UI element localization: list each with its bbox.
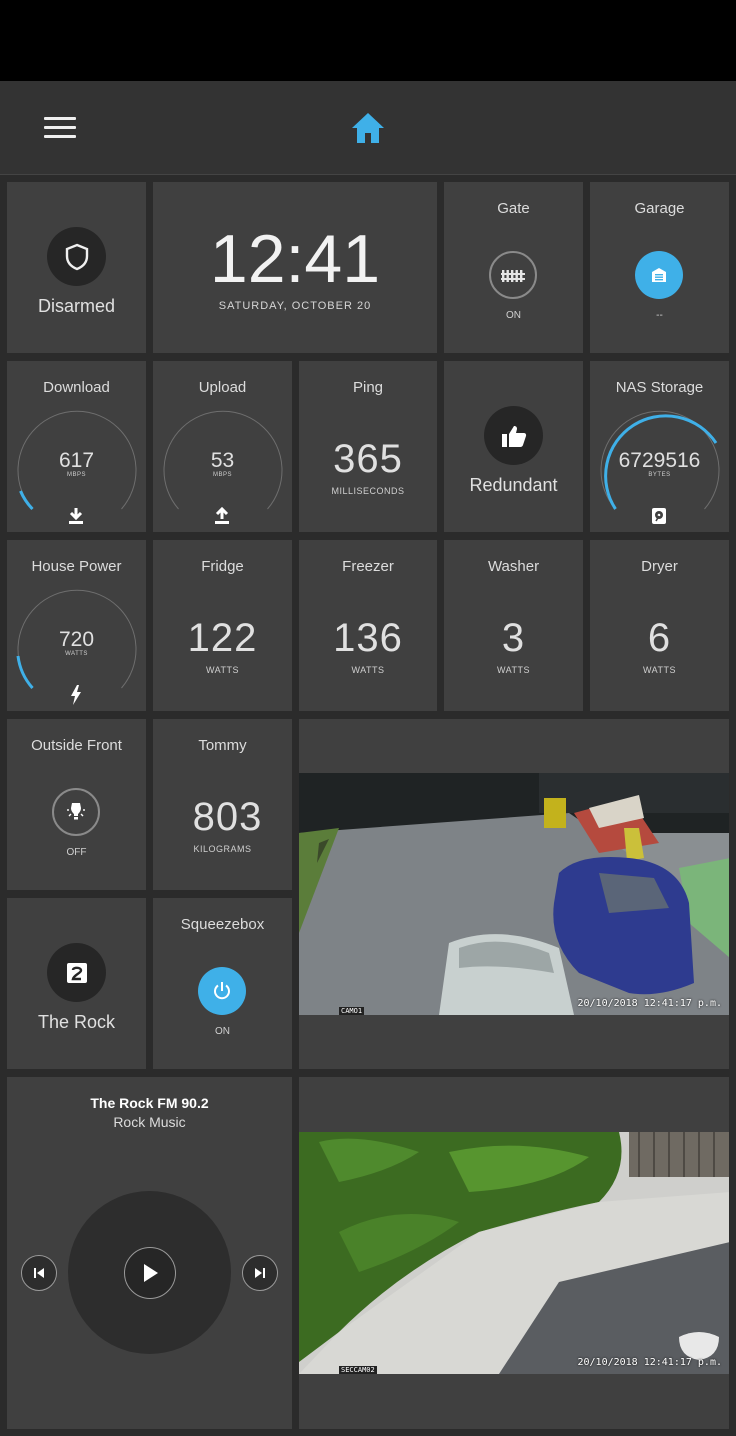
squeezebox-title: Squeezebox xyxy=(180,916,265,933)
dryer-title: Dryer xyxy=(641,558,678,575)
the-rock-label: The Rock xyxy=(37,1012,116,1032)
play-icon[interactable] xyxy=(124,1247,176,1299)
dryer-value: 6 xyxy=(647,616,672,660)
dryer-tile: Dryer 6 WATTS xyxy=(590,540,729,711)
nas-value: 6729516 xyxy=(618,449,701,472)
download-unit: MBPS xyxy=(66,472,86,478)
outside-front-state: OFF xyxy=(66,847,87,858)
upload-icon xyxy=(214,506,230,530)
status-bar xyxy=(0,0,736,81)
power-icon[interactable] xyxy=(198,967,246,1015)
hard-drive-icon xyxy=(651,507,667,530)
camera2-tile[interactable]: 20/10/2018 12:41:17 p.m. SECCAM02 xyxy=(299,1077,729,1429)
washer-value: 3 xyxy=(501,616,526,660)
fridge-unit: WATTS xyxy=(206,665,239,675)
nas-unit: BYTES xyxy=(648,472,671,478)
light-bulb-icon[interactable] xyxy=(52,788,100,836)
nas-storage-tile: NAS Storage 6729516 BYTES xyxy=(590,361,729,532)
app-bar xyxy=(0,81,736,175)
upload-value: 53 xyxy=(210,449,235,472)
clock-tile: 12:41 SATURDAY, OCTOBER 20 xyxy=(153,182,437,353)
camera2-timestamp: 20/10/2018 12:41:17 p.m. xyxy=(577,1357,723,1368)
fridge-tile: Fridge 122 WATTS xyxy=(153,540,292,711)
camera1-tile[interactable]: 20/10/2018 12:41:17 p.m. CAMO1 xyxy=(299,719,729,1069)
squeezebox-tile[interactable]: Squeezebox ON xyxy=(153,898,292,1069)
redundant-tile[interactable]: Redundant xyxy=(444,361,583,532)
download-value: 617 xyxy=(58,449,95,472)
camera2-image[interactable]: 20/10/2018 12:41:17 p.m. SECCAM02 xyxy=(299,1132,729,1374)
freezer-value: 136 xyxy=(333,616,403,660)
garage-state: -- xyxy=(656,310,663,321)
washer-tile: Washer 3 WATTS xyxy=(444,540,583,711)
house-power-unit: WATTS xyxy=(65,651,88,657)
gate-tile[interactable]: Gate ON xyxy=(444,182,583,353)
fridge-value: 122 xyxy=(187,616,258,660)
clock-date: SATURDAY, OCTOBER 20 xyxy=(218,300,372,312)
fridge-title: Fridge xyxy=(201,558,244,575)
player-genre: Rock Music xyxy=(113,1114,186,1130)
house-power-tile: House Power 720 WATTS xyxy=(7,540,146,711)
garage-title: Garage xyxy=(634,200,685,217)
ping-value: 365 xyxy=(333,437,403,481)
ping-title: Ping xyxy=(352,379,384,396)
menu-icon[interactable] xyxy=(44,117,76,139)
the-rock-tile[interactable]: The Rock xyxy=(7,898,146,1069)
security-label: Disarmed xyxy=(37,296,116,316)
gate-icon[interactable] xyxy=(489,251,537,299)
upload-unit: MBPS xyxy=(212,472,232,478)
garage-tile[interactable]: Garage -- xyxy=(590,182,729,353)
washer-unit: WATTS xyxy=(497,665,530,675)
freezer-title: Freezer xyxy=(342,558,394,575)
download-tile: Download 617 MBPS xyxy=(7,361,146,532)
shield-icon xyxy=(47,227,106,286)
redundant-label: Redundant xyxy=(469,475,558,495)
tommy-title: Tommy xyxy=(198,737,247,754)
player-station: The Rock FM 90.2 xyxy=(90,1095,209,1111)
upload-tile: Upload 53 MBPS xyxy=(153,361,292,532)
tommy-tile: Tommy 803 KILOGRAMS xyxy=(153,719,292,890)
home-icon[interactable] xyxy=(350,111,386,145)
freezer-unit: WATTS xyxy=(351,665,385,675)
tommy-unit: KILOGRAMS xyxy=(193,844,252,854)
dryer-unit: WATTS xyxy=(643,665,676,675)
freezer-tile: Freezer 136 WATTS xyxy=(299,540,437,711)
house-power-value: 720 xyxy=(58,628,95,651)
thumbs-up-icon xyxy=(484,406,543,465)
gate-state: ON xyxy=(506,310,521,321)
squeezebox-state: ON xyxy=(215,1026,230,1037)
ping-tile: Ping 365 MILLISECONDS xyxy=(299,361,437,532)
washer-title: Washer xyxy=(487,558,540,575)
outside-front-tile[interactable]: Outside Front OFF xyxy=(7,719,146,890)
camera1-name: CAMO1 xyxy=(339,1007,365,1015)
camera1-image[interactable]: 20/10/2018 12:41:17 p.m. CAMO1 xyxy=(299,773,729,1015)
clock-time: 12:41 xyxy=(209,221,381,297)
security-tile[interactable]: Disarmed xyxy=(7,182,146,353)
tommy-value: 803 xyxy=(192,795,263,839)
ping-unit: MILLISECONDS xyxy=(331,486,405,496)
camera1-timestamp: 20/10/2018 12:41:17 p.m. xyxy=(577,998,723,1009)
skip-next-icon[interactable] xyxy=(242,1255,278,1291)
garage-icon[interactable] xyxy=(635,251,683,299)
camera2-name: SECCAM02 xyxy=(339,1366,377,1374)
outside-front-title: Outside Front xyxy=(31,737,122,754)
download-icon xyxy=(68,507,84,530)
gate-title: Gate xyxy=(497,200,530,217)
number-2-icon xyxy=(47,943,106,1002)
lightning-icon xyxy=(70,685,82,710)
media-player-tile: The Rock FM 90.2 Rock Music xyxy=(7,1077,292,1429)
skip-previous-icon[interactable] xyxy=(21,1255,57,1291)
